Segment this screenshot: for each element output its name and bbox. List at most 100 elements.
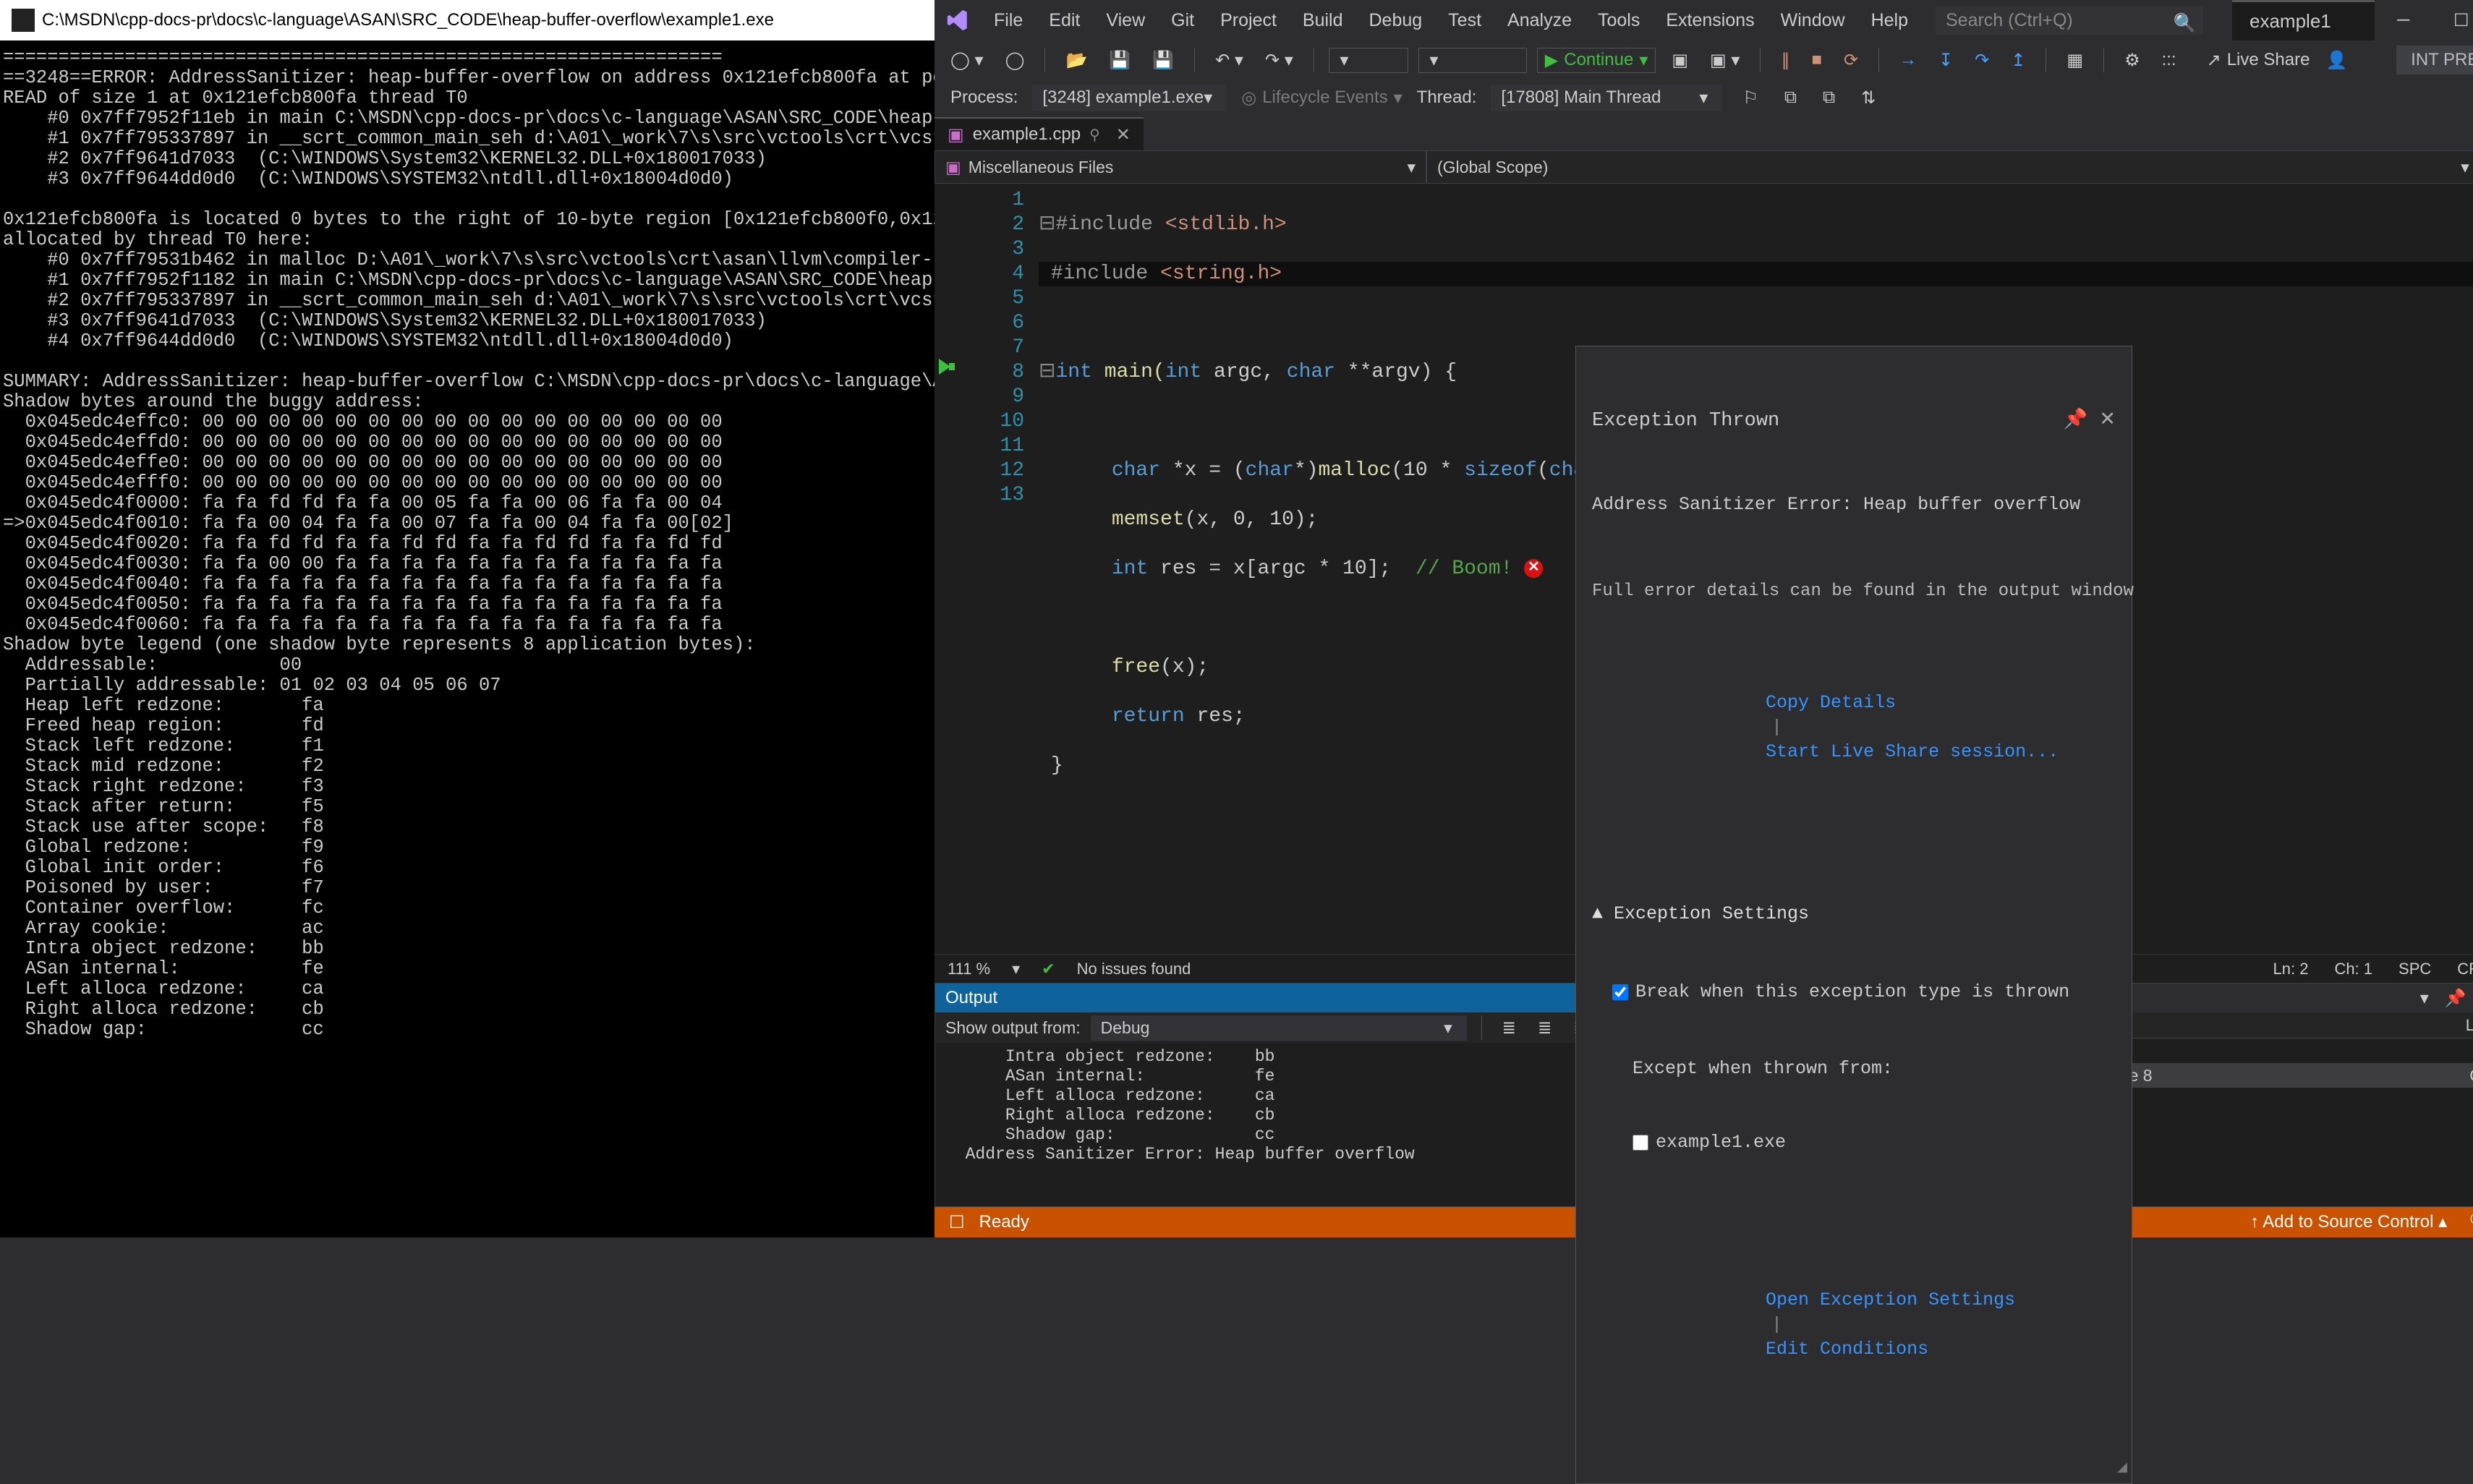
exception-title: Exception Thrown <box>1592 409 1779 433</box>
exception-message: Address Sanitizer Error: Heap buffer ove… <box>1592 492 2116 517</box>
cursor-ln: Ln: 2 <box>2273 960 2309 978</box>
except-from-label: Except when thrown from: <box>1633 1057 2116 1081</box>
indent-mode[interactable]: SPC <box>2398 960 2431 978</box>
menu-debug[interactable]: Debug <box>1356 10 1436 31</box>
show-output-from-combo[interactable]: Debug▾ <box>1091 1015 1467 1041</box>
nav-scope-combo[interactable]: (Global Scope)▾ <box>1426 150 2473 184</box>
misc-files-icon: ▣ <box>945 158 961 177</box>
edit-conditions-link[interactable]: Edit Conditions <box>1766 1339 1928 1360</box>
toolbar-icon-4[interactable]: ⚙ <box>2119 48 2146 72</box>
cpp-file-icon: ▣ <box>948 124 964 145</box>
break-all-button[interactable]: ∥ <box>1775 48 1795 72</box>
menu-window[interactable]: Window <box>1768 10 1858 31</box>
search-icon: 🔍 <box>2174 13 2196 34</box>
save-button[interactable]: 💾 <box>1103 48 1136 72</box>
minimize-button[interactable]: ─ <box>2375 0 2432 40</box>
visual-studio-window: File Edit View Git Project Build Debug T… <box>935 0 2473 1237</box>
start-live-share-link[interactable]: Start Live Share session... <box>1766 741 2059 762</box>
output-tool-2[interactable]: ≣ <box>1532 1017 1557 1039</box>
menu-extensions[interactable]: Extensions <box>1653 10 1767 31</box>
resize-grip-icon[interactable]: ◢ <box>2117 1456 2127 1480</box>
menu-test[interactable]: Test <box>1435 10 1494 31</box>
exception-close-icon[interactable]: ✕ <box>2099 409 2116 433</box>
platform-combo[interactable]: ▾ <box>1418 48 1527 73</box>
console-titlebar[interactable]: C:\MSDN\cpp-docs-pr\docs\c-language\ASAN… <box>0 0 935 40</box>
step-over-button[interactable]: ↷ <box>1969 48 1995 72</box>
except-item-checkbox[interactable]: example1.exe <box>1633 1130 2116 1155</box>
config-combo[interactable]: ▾ <box>1329 48 1408 73</box>
output-tool-1[interactable]: ≣ <box>1497 1017 1522 1039</box>
vs-logo-icon <box>943 6 972 35</box>
feedback-button[interactable]: 👤 <box>2320 48 2353 72</box>
break-when-checkbox[interactable]: Break when this exception type is thrown <box>1612 980 2116 1005</box>
continue-button[interactable]: ▶ Continue ▾ <box>1537 48 1656 73</box>
vs-titlebar: File Edit View Git Project Build Debug T… <box>935 0 2473 40</box>
menu-edit[interactable]: Edit <box>1036 10 1093 31</box>
menu-build[interactable]: Build <box>1290 10 1356 31</box>
undo-button[interactable]: ↶ ▾ <box>1209 48 1249 72</box>
toolbar2-icon-2[interactable]: ⧉ <box>1779 86 1802 109</box>
code-text[interactable]: ⊟#include <stdlib.h> #include <string.h>… <box>1039 184 2473 954</box>
search-box[interactable]: Search (Ctrl+Q) 🔍 <box>1936 6 2203 35</box>
pin-icon[interactable]: ⚲ <box>1089 126 1100 144</box>
debug-location-toolbar: Process: [3248] example1.exe▾ ◎Lifecycle… <box>935 80 2473 116</box>
lifecycle-events[interactable]: ◎Lifecycle Events▾ <box>1241 88 1402 108</box>
add-source-control[interactable]: ↑ Add to Source Control ▴ <box>2250 1211 2447 1232</box>
process-combo[interactable]: [3248] example1.exe▾ <box>1032 85 1227 111</box>
redo-button[interactable]: ↷ ▾ <box>1259 48 1299 72</box>
stop-debug-button[interactable]: ■ <box>1805 48 1828 72</box>
code-editor[interactable]: 12345678910111213 ⊟#include <stdlib.h> #… <box>935 184 2473 954</box>
maximize-button[interactable]: ☐ <box>2432 0 2473 40</box>
menu-tools[interactable]: Tools <box>1585 10 1653 31</box>
console-title-text: C:\MSDN\cpp-docs-pr\docs\c-language\ASAN… <box>42 10 774 30</box>
callstack-dropdown-icon[interactable]: ▾ <box>2416 988 2433 1009</box>
exception-popup: Exception Thrown 📌 ✕ Address Sanitizer E… <box>1575 346 2132 1484</box>
toolbar2-icon-1[interactable]: ⚐ <box>1737 86 1764 110</box>
ok-icon: ✔ <box>1042 960 1055 978</box>
show-next-stmt-button[interactable]: → <box>1894 48 1923 72</box>
menu-view[interactable]: View <box>1093 10 1158 31</box>
thread-combo[interactable]: [17808] Main Thread▾ <box>1491 85 1722 111</box>
toolbar-icon-3[interactable]: ▦ <box>2061 48 2089 72</box>
nav-back-button[interactable]: ◯ ▾ <box>945 48 989 72</box>
menu-analyze[interactable]: Analyze <box>1494 10 1585 31</box>
editor-tab-example1[interactable]: ▣ example1.cpp ⚲ ✕ <box>935 117 1144 150</box>
menu-project[interactable]: Project <box>1207 10 1290 31</box>
play-icon: ▶ <box>1545 50 1558 71</box>
callstack-pin-icon[interactable]: 📌 <box>2440 988 2471 1009</box>
zoom-level[interactable]: 111 % <box>948 960 990 978</box>
step-into-button[interactable]: ↧ <box>1933 48 1959 72</box>
open-file-button[interactable]: 📂 <box>1060 48 1093 72</box>
open-exception-settings-link[interactable]: Open Exception Settings <box>1766 1289 2015 1310</box>
close-tab-icon[interactable]: ✕ <box>1116 124 1131 145</box>
lifecycle-icon: ◎ <box>1241 88 1256 108</box>
toolbar2-icon-4[interactable]: ⇅ <box>1855 86 1881 110</box>
thread-label: Thread: <box>1417 88 1477 108</box>
menu-help[interactable]: Help <box>1858 10 1921 31</box>
live-share-button[interactable]: ↗ Live Share <box>2207 50 2310 71</box>
exception-settings-header[interactable]: ▲ Exception Settings <box>1592 902 2116 926</box>
menu-file[interactable]: File <box>981 10 1036 31</box>
solution-tab[interactable]: example1 <box>2232 0 2375 40</box>
toolbar2-icon-3[interactable]: ⧉ <box>1817 86 1841 109</box>
toolbar-icon-5[interactable]: ::: <box>2156 48 2182 72</box>
line-ending[interactable]: CRLF <box>2457 960 2473 978</box>
notifications-button[interactable]: 🗨2 <box>2467 1210 2473 1234</box>
nav-fwd-button[interactable]: ◯ <box>1000 48 1031 72</box>
copy-details-link[interactable]: Copy Details <box>1766 692 1896 713</box>
issues-text: No issues found <box>1077 960 1191 978</box>
step-out-button[interactable]: ↥ <box>2005 48 2031 72</box>
save-all-button[interactable]: 💾 <box>1146 48 1180 72</box>
console-app-icon <box>12 9 35 32</box>
nav-project-combo[interactable]: ▣ Miscellaneous Files▾ <box>935 150 1426 184</box>
status-ready-icon: ☐ <box>949 1212 965 1233</box>
exception-pin-icon[interactable]: 📌 <box>2064 409 2088 433</box>
toolbar-icon-2[interactable]: ▣ ▾ <box>1704 48 1745 72</box>
console-output[interactable]: ========================================… <box>0 40 935 1237</box>
menu-git[interactable]: Git <box>1158 10 1207 31</box>
restart-button[interactable]: ⟳ <box>1838 48 1864 72</box>
col-lang[interactable]: Lang <box>2466 1016 2473 1035</box>
error-glyph-icon: ✕ <box>1524 559 1543 578</box>
process-label: Process: <box>950 88 1018 108</box>
toolbar-icon-1[interactable]: ▣ <box>1666 48 1694 72</box>
